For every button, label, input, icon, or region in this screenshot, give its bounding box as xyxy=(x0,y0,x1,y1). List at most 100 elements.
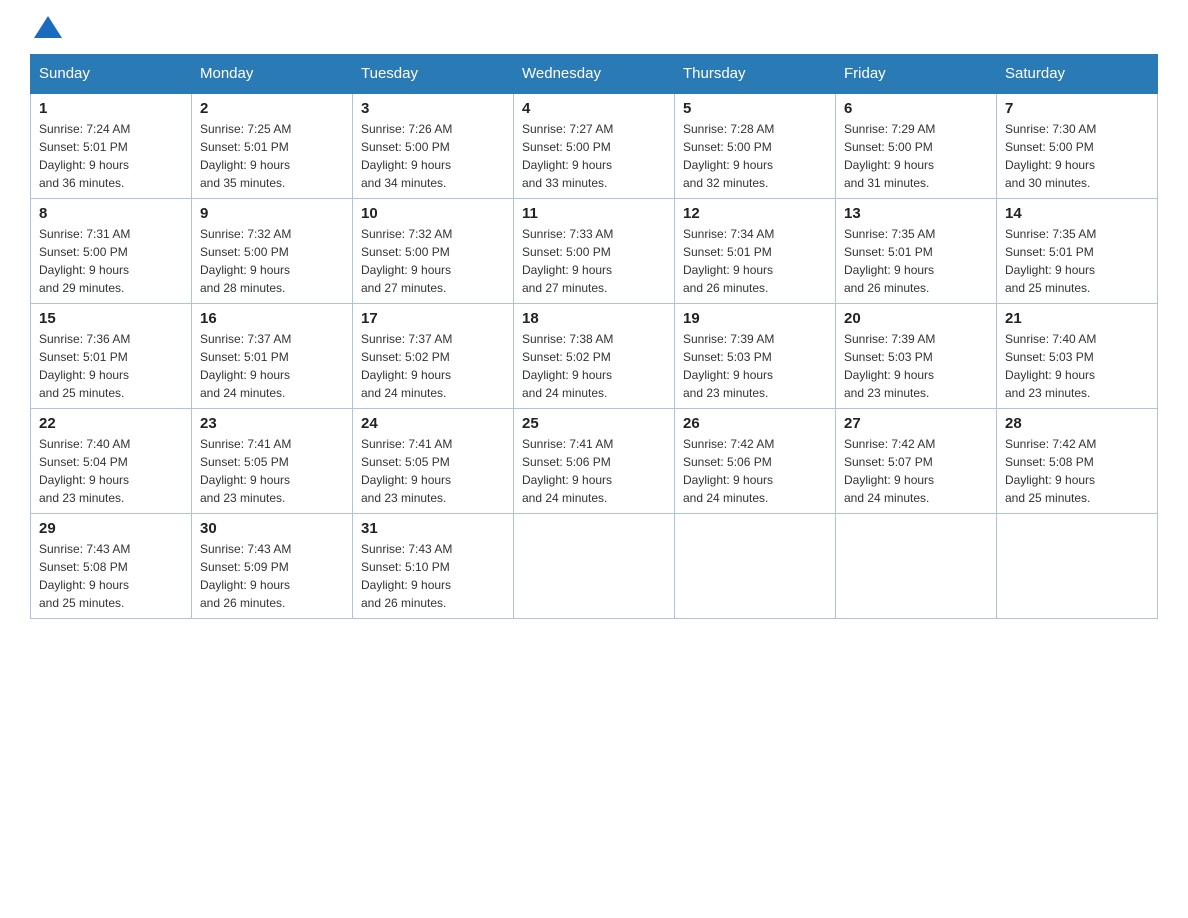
day-cell-23: 23 Sunrise: 7:41 AMSunset: 5:05 PMDaylig… xyxy=(192,409,353,514)
day-cell-26: 26 Sunrise: 7:42 AMSunset: 5:06 PMDaylig… xyxy=(675,409,836,514)
day-number: 21 xyxy=(1005,310,1149,327)
week-row-4: 22 Sunrise: 7:40 AMSunset: 5:04 PMDaylig… xyxy=(31,409,1158,514)
day-number: 25 xyxy=(522,415,666,432)
day-cell-6: 6 Sunrise: 7:29 AMSunset: 5:00 PMDayligh… xyxy=(836,93,997,199)
day-number: 2 xyxy=(200,100,344,117)
day-cell-22: 22 Sunrise: 7:40 AMSunset: 5:04 PMDaylig… xyxy=(31,409,192,514)
day-cell-24: 24 Sunrise: 7:41 AMSunset: 5:05 PMDaylig… xyxy=(353,409,514,514)
day-cell-1: 1 Sunrise: 7:24 AMSunset: 5:01 PMDayligh… xyxy=(31,93,192,199)
day-info: Sunrise: 7:39 AMSunset: 5:03 PMDaylight:… xyxy=(844,332,935,400)
day-cell-28: 28 Sunrise: 7:42 AMSunset: 5:08 PMDaylig… xyxy=(997,409,1158,514)
week-row-2: 8 Sunrise: 7:31 AMSunset: 5:00 PMDayligh… xyxy=(31,199,1158,304)
day-number: 3 xyxy=(361,100,505,117)
calendar-table: SundayMondayTuesdayWednesdayThursdayFrid… xyxy=(30,54,1158,619)
day-info: Sunrise: 7:31 AMSunset: 5:00 PMDaylight:… xyxy=(39,227,130,295)
header-wednesday: Wednesday xyxy=(514,55,675,94)
header-thursday: Thursday xyxy=(675,55,836,94)
page-header xyxy=(30,20,1158,34)
day-info: Sunrise: 7:41 AMSunset: 5:06 PMDaylight:… xyxy=(522,437,613,505)
empty-cell xyxy=(514,514,675,619)
week-row-3: 15 Sunrise: 7:36 AMSunset: 5:01 PMDaylig… xyxy=(31,304,1158,409)
day-number: 6 xyxy=(844,100,988,117)
day-number: 26 xyxy=(683,415,827,432)
day-cell-13: 13 Sunrise: 7:35 AMSunset: 5:01 PMDaylig… xyxy=(836,199,997,304)
day-info: Sunrise: 7:43 AMSunset: 5:09 PMDaylight:… xyxy=(200,542,291,610)
day-cell-18: 18 Sunrise: 7:38 AMSunset: 5:02 PMDaylig… xyxy=(514,304,675,409)
day-number: 16 xyxy=(200,310,344,327)
day-cell-19: 19 Sunrise: 7:39 AMSunset: 5:03 PMDaylig… xyxy=(675,304,836,409)
day-number: 10 xyxy=(361,205,505,222)
header-saturday: Saturday xyxy=(997,55,1158,94)
day-info: Sunrise: 7:32 AMSunset: 5:00 PMDaylight:… xyxy=(361,227,452,295)
day-info: Sunrise: 7:26 AMSunset: 5:00 PMDaylight:… xyxy=(361,122,452,190)
day-cell-3: 3 Sunrise: 7:26 AMSunset: 5:00 PMDayligh… xyxy=(353,93,514,199)
day-info: Sunrise: 7:32 AMSunset: 5:00 PMDaylight:… xyxy=(200,227,291,295)
day-number: 24 xyxy=(361,415,505,432)
day-info: Sunrise: 7:25 AMSunset: 5:01 PMDaylight:… xyxy=(200,122,291,190)
day-number: 15 xyxy=(39,310,183,327)
day-number: 9 xyxy=(200,205,344,222)
day-cell-25: 25 Sunrise: 7:41 AMSunset: 5:06 PMDaylig… xyxy=(514,409,675,514)
day-cell-9: 9 Sunrise: 7:32 AMSunset: 5:00 PMDayligh… xyxy=(192,199,353,304)
day-number: 14 xyxy=(1005,205,1149,222)
logo-top xyxy=(30,20,62,38)
header-sunday: Sunday xyxy=(31,55,192,94)
day-number: 12 xyxy=(683,205,827,222)
day-info: Sunrise: 7:33 AMSunset: 5:00 PMDaylight:… xyxy=(522,227,613,295)
day-info: Sunrise: 7:42 AMSunset: 5:06 PMDaylight:… xyxy=(683,437,774,505)
day-info: Sunrise: 7:39 AMSunset: 5:03 PMDaylight:… xyxy=(683,332,774,400)
day-number: 18 xyxy=(522,310,666,327)
day-cell-16: 16 Sunrise: 7:37 AMSunset: 5:01 PMDaylig… xyxy=(192,304,353,409)
day-info: Sunrise: 7:34 AMSunset: 5:01 PMDaylight:… xyxy=(683,227,774,295)
day-cell-2: 2 Sunrise: 7:25 AMSunset: 5:01 PMDayligh… xyxy=(192,93,353,199)
day-info: Sunrise: 7:42 AMSunset: 5:08 PMDaylight:… xyxy=(1005,437,1096,505)
day-info: Sunrise: 7:38 AMSunset: 5:02 PMDaylight:… xyxy=(522,332,613,400)
day-cell-20: 20 Sunrise: 7:39 AMSunset: 5:03 PMDaylig… xyxy=(836,304,997,409)
logo xyxy=(30,20,62,34)
day-info: Sunrise: 7:42 AMSunset: 5:07 PMDaylight:… xyxy=(844,437,935,505)
day-number: 11 xyxy=(522,205,666,222)
day-cell-17: 17 Sunrise: 7:37 AMSunset: 5:02 PMDaylig… xyxy=(353,304,514,409)
header-friday: Friday xyxy=(836,55,997,94)
day-info: Sunrise: 7:30 AMSunset: 5:00 PMDaylight:… xyxy=(1005,122,1096,190)
day-info: Sunrise: 7:40 AMSunset: 5:04 PMDaylight:… xyxy=(39,437,130,505)
day-number: 30 xyxy=(200,520,344,537)
header-monday: Monday xyxy=(192,55,353,94)
empty-cell xyxy=(675,514,836,619)
day-info: Sunrise: 7:36 AMSunset: 5:01 PMDaylight:… xyxy=(39,332,130,400)
day-cell-11: 11 Sunrise: 7:33 AMSunset: 5:00 PMDaylig… xyxy=(514,199,675,304)
day-cell-30: 30 Sunrise: 7:43 AMSunset: 5:09 PMDaylig… xyxy=(192,514,353,619)
day-number: 8 xyxy=(39,205,183,222)
day-cell-15: 15 Sunrise: 7:36 AMSunset: 5:01 PMDaylig… xyxy=(31,304,192,409)
day-cell-29: 29 Sunrise: 7:43 AMSunset: 5:08 PMDaylig… xyxy=(31,514,192,619)
day-info: Sunrise: 7:24 AMSunset: 5:01 PMDaylight:… xyxy=(39,122,130,190)
empty-cell xyxy=(836,514,997,619)
day-number: 27 xyxy=(844,415,988,432)
day-cell-31: 31 Sunrise: 7:43 AMSunset: 5:10 PMDaylig… xyxy=(353,514,514,619)
day-info: Sunrise: 7:41 AMSunset: 5:05 PMDaylight:… xyxy=(361,437,452,505)
week-row-5: 29 Sunrise: 7:43 AMSunset: 5:08 PMDaylig… xyxy=(31,514,1158,619)
day-number: 23 xyxy=(200,415,344,432)
day-info: Sunrise: 7:41 AMSunset: 5:05 PMDaylight:… xyxy=(200,437,291,505)
day-info: Sunrise: 7:35 AMSunset: 5:01 PMDaylight:… xyxy=(1005,227,1096,295)
day-info: Sunrise: 7:29 AMSunset: 5:00 PMDaylight:… xyxy=(844,122,935,190)
day-info: Sunrise: 7:35 AMSunset: 5:01 PMDaylight:… xyxy=(844,227,935,295)
day-number: 20 xyxy=(844,310,988,327)
day-info: Sunrise: 7:43 AMSunset: 5:08 PMDaylight:… xyxy=(39,542,130,610)
day-cell-27: 27 Sunrise: 7:42 AMSunset: 5:07 PMDaylig… xyxy=(836,409,997,514)
day-number: 13 xyxy=(844,205,988,222)
day-cell-4: 4 Sunrise: 7:27 AMSunset: 5:00 PMDayligh… xyxy=(514,93,675,199)
day-number: 17 xyxy=(361,310,505,327)
header-tuesday: Tuesday xyxy=(353,55,514,94)
day-cell-5: 5 Sunrise: 7:28 AMSunset: 5:00 PMDayligh… xyxy=(675,93,836,199)
day-number: 4 xyxy=(522,100,666,117)
empty-cell xyxy=(997,514,1158,619)
day-number: 5 xyxy=(683,100,827,117)
day-cell-10: 10 Sunrise: 7:32 AMSunset: 5:00 PMDaylig… xyxy=(353,199,514,304)
day-cell-7: 7 Sunrise: 7:30 AMSunset: 5:00 PMDayligh… xyxy=(997,93,1158,199)
day-number: 22 xyxy=(39,415,183,432)
day-info: Sunrise: 7:43 AMSunset: 5:10 PMDaylight:… xyxy=(361,542,452,610)
day-info: Sunrise: 7:37 AMSunset: 5:01 PMDaylight:… xyxy=(200,332,291,400)
logo-triangle-icon xyxy=(34,16,62,38)
day-info: Sunrise: 7:37 AMSunset: 5:02 PMDaylight:… xyxy=(361,332,452,400)
